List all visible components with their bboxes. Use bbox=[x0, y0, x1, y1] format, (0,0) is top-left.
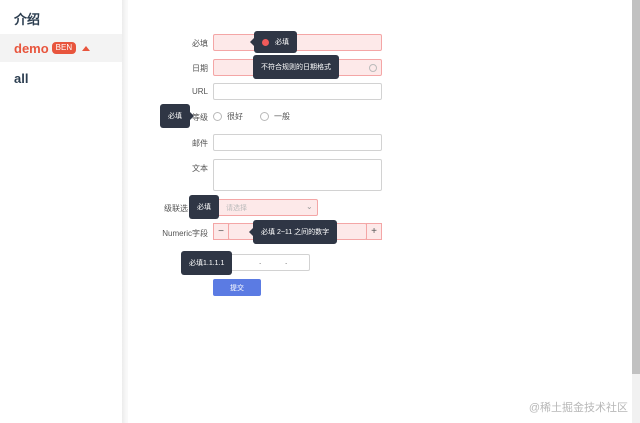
tooltip-ip: 必填1.1.1.1 bbox=[181, 251, 233, 275]
submit-button[interactable]: 提交 bbox=[213, 279, 261, 296]
tooltip-required: 必填 bbox=[250, 31, 297, 53]
ip-separator: . bbox=[259, 257, 262, 266]
stepper-plus-button[interactable]: + bbox=[366, 223, 382, 240]
sidebar: 介绍 demo BEN all bbox=[0, 0, 122, 423]
caret-up-icon bbox=[82, 45, 91, 51]
error-icon bbox=[262, 38, 269, 46]
url-input[interactable] bbox=[213, 83, 382, 100]
stepper-minus-button[interactable]: − bbox=[213, 223, 229, 240]
ip-separator: . bbox=[285, 257, 288, 266]
tooltip-text: 必填 bbox=[197, 204, 211, 211]
radio-label: 很好 bbox=[227, 112, 243, 121]
tooltip-cascade: 必填 bbox=[189, 195, 219, 219]
tooltip-numeric: 必填 2~11 之间的数字 bbox=[249, 220, 338, 244]
numeric-label: Numeric字段 bbox=[162, 229, 208, 238]
tooltip-arrow bbox=[190, 112, 194, 120]
email-label: 邮件 bbox=[192, 139, 208, 148]
cascade-label: 级联选 bbox=[164, 204, 188, 213]
required-input[interactable] bbox=[213, 34, 382, 51]
radio-label: 一般 bbox=[274, 112, 290, 121]
sidebar-item-label: 介绍 bbox=[14, 11, 41, 27]
status-badge: BEN bbox=[51, 42, 77, 54]
sidebar-item-intro[interactable]: 介绍 bbox=[0, 4, 122, 32]
scrollbar[interactable] bbox=[632, 0, 640, 423]
sidebar-item-label: demo bbox=[14, 40, 49, 56]
scrollbar-thumb[interactable] bbox=[632, 0, 640, 374]
tooltip-arrow bbox=[249, 228, 253, 236]
sidebar-item-label: all bbox=[14, 70, 29, 86]
tooltip-arrow bbox=[250, 38, 254, 46]
radio-very-good[interactable]: 很好 bbox=[213, 111, 243, 122]
tooltip-level: 必填 bbox=[160, 104, 194, 128]
date-label: 日期 bbox=[192, 64, 208, 73]
tooltip-text: 必填 2~11 之间的数字 bbox=[261, 229, 330, 236]
cascade-placeholder: 请选择 bbox=[226, 205, 247, 212]
tooltip-text: 必填 bbox=[275, 39, 289, 46]
radio-average[interactable]: 一般 bbox=[260, 111, 290, 122]
text-area[interactable] bbox=[213, 159, 382, 191]
sidebar-item-all[interactable]: all bbox=[0, 64, 122, 92]
tooltip-text: 必填1.1.1.1 bbox=[189, 260, 225, 267]
tooltip-date: 不符合规则的日期格式 bbox=[253, 55, 339, 79]
url-label: URL bbox=[191, 87, 208, 96]
tooltip-text: 不符合规则的日期格式 bbox=[261, 64, 331, 71]
radio-circle-icon bbox=[213, 112, 222, 121]
calendar-icon[interactable] bbox=[369, 64, 377, 72]
required-label: 必填 bbox=[192, 39, 208, 48]
tooltip-text: 必填 bbox=[168, 113, 182, 120]
email-input[interactable] bbox=[213, 134, 382, 151]
watermark: @稀土掘金技术社区 bbox=[528, 402, 628, 414]
radio-circle-icon bbox=[260, 112, 269, 121]
text-label: 文本 bbox=[192, 164, 208, 173]
chevron-down-icon: ⌄ bbox=[306, 202, 313, 211]
sidebar-item-demo[interactable]: demo BEN bbox=[0, 34, 122, 62]
